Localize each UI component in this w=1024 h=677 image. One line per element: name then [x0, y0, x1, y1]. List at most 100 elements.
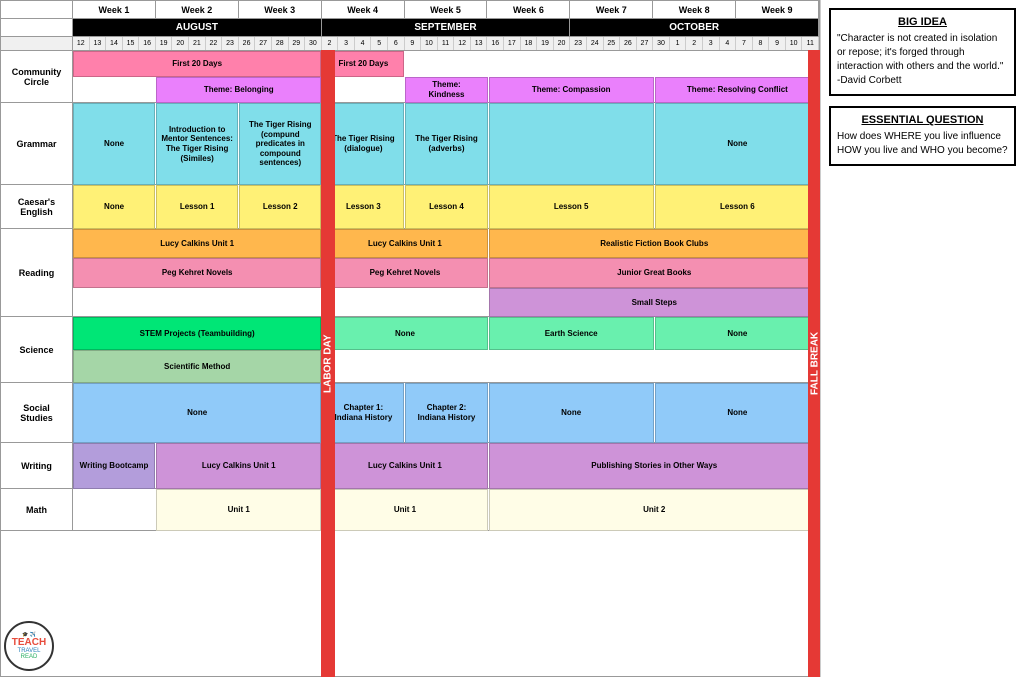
day-26: 26	[620, 37, 637, 50]
row-label-0: Community Circle	[1, 51, 73, 102]
month-spacer	[1, 19, 73, 36]
day-4: 4	[720, 37, 737, 50]
day-10: 10	[421, 37, 438, 50]
block-r3-s1-b0: Peg Kehret Novels	[73, 258, 321, 287]
block-r2-s0-b6: Lesson 6	[655, 185, 820, 229]
labor-day-stripe: LABOR DAY	[321, 50, 335, 677]
day-2: 2	[686, 37, 703, 50]
day-20: 20	[172, 37, 189, 50]
day-2: 2	[322, 37, 339, 50]
day-11: 11	[802, 37, 819, 50]
fall-break-stripe: FALL BREAK	[808, 50, 820, 677]
day-5: 5	[371, 37, 388, 50]
block-r3-s0-b0: Lucy Calkins Unit 1	[73, 229, 321, 258]
day-19: 19	[537, 37, 554, 50]
subject-row-2: Caesar's EnglishNoneLesson 1Lesson 2Less…	[1, 185, 819, 229]
day-16: 16	[487, 37, 504, 50]
subject-row-7: MathUnit 1Unit 1Unit 2	[1, 489, 819, 531]
row-label-3: Reading	[1, 229, 73, 316]
day-27: 27	[637, 37, 654, 50]
big-idea-title: BIG IDEA	[837, 16, 1008, 28]
row-content-4: STEM Projects (Teambuilding) NoneEarth Sc…	[73, 317, 819, 382]
row-content-2: NoneLesson 1Lesson 2Lesson 3Lesson 4Less…	[73, 185, 819, 228]
day-9: 9	[405, 37, 422, 50]
block-r2-s0-b5: Lesson 5	[489, 185, 654, 229]
block-r0-s1-b2: Theme: Compassion	[489, 77, 654, 103]
block-r0-s1-b0: Theme: Belonging	[156, 77, 321, 103]
day-22: 22	[206, 37, 223, 50]
block-r4-s0-b2: Earth Science	[489, 317, 654, 350]
day-29: 29	[289, 37, 306, 50]
subject-row-1: GrammarNoneIntroduction to Mentor Senten…	[1, 103, 819, 185]
subject-row-3: ReadingLucy Calkins Unit 1Lucy Calkins U…	[1, 229, 819, 317]
day-19: 19	[156, 37, 173, 50]
block-r6-s0-b3: Publishing Stories in Other Ways	[489, 443, 820, 489]
block-r0-s1-b1: Theme: Kindness	[405, 77, 487, 103]
block-r3-s0-b1: Lucy Calkins Unit 1	[322, 229, 487, 258]
day-numbers-row: 1213141516192021222326272829302345691011…	[1, 37, 819, 51]
essential-question-title: ESSENTIAL QUESTION	[837, 114, 1008, 126]
block-r1-s0-b5	[489, 103, 654, 185]
row-content-7: Unit 1Unit 1Unit 2	[73, 489, 819, 530]
day-1: 1	[670, 37, 687, 50]
september-header: SEPTEMBER	[322, 19, 571, 36]
block-r4-s0-b0: STEM Projects (Teambuilding)	[73, 317, 321, 350]
day-27: 27	[255, 37, 272, 50]
day-24: 24	[587, 37, 604, 50]
block-r4-s0-b3: None	[655, 317, 820, 350]
october-header: OCTOBER	[570, 19, 819, 36]
day-9: 9	[769, 37, 786, 50]
row-content-0: First 20 DaysFirst 20 DaysTheme: Belongi…	[73, 51, 819, 102]
day-8: 8	[753, 37, 770, 50]
row-label-7: Math	[1, 489, 73, 530]
week-1: Week 1	[73, 1, 156, 18]
block-r6-s0-b1: Lucy Calkins Unit 1	[156, 443, 321, 489]
subject-row-0: Community CircleFirst 20 DaysFirst 20 Da…	[1, 51, 819, 103]
week-7: Week 7	[570, 1, 653, 18]
block-r5-s0-b0: None	[73, 383, 321, 443]
week-2: Week 2	[156, 1, 239, 18]
day-6: 6	[388, 37, 405, 50]
block-r6-s0-b0: Writing Bootcamp	[73, 443, 155, 489]
day-28: 28	[272, 37, 289, 50]
block-r7-s0-b1: Unit 1	[322, 489, 487, 531]
block-r0-s0-b0: First 20 Days	[73, 51, 321, 77]
essential-question-box: ESSENTIAL QUESTION How does WHERE you li…	[829, 106, 1016, 166]
day-spacer	[1, 37, 73, 50]
day-12: 12	[73, 37, 90, 50]
block-r1-s0-b1: Introduction to Mentor Sentences: The Ti…	[156, 103, 238, 185]
row-label-4: Science	[1, 317, 73, 382]
block-r2-s0-b4: Lesson 4	[405, 185, 487, 229]
week-header-row: Week 1 Week 2 Week 3 Week 4 Week 5 Week …	[1, 1, 819, 19]
essential-question-content: How does WHERE you live influence HOW yo…	[837, 130, 1008, 158]
day-16: 16	[139, 37, 156, 50]
day-21: 21	[189, 37, 206, 50]
block-r1-s0-b0: None	[73, 103, 155, 185]
block-r5-s0-b3: None	[489, 383, 654, 443]
block-r5-s0-b4: None	[655, 383, 820, 443]
block-r3-s0-b2: Realistic Fiction Book Clubs	[489, 229, 820, 258]
subject-row-4: ScienceSTEM Projects (Teambuilding) NoneE…	[1, 317, 819, 383]
day-12: 12	[454, 37, 471, 50]
row-content-3: Lucy Calkins Unit 1Lucy Calkins Unit 1Re…	[73, 229, 819, 316]
day-23: 23	[570, 37, 587, 50]
day-4: 4	[355, 37, 372, 50]
row-label-1: Grammar	[1, 103, 73, 184]
big-idea-content: "Character is not created in isolation o…	[837, 32, 1008, 88]
row-label-2: Caesar's English	[1, 185, 73, 228]
week-4: Week 4	[322, 1, 405, 18]
calendar-grid: Week 1 Week 2 Week 3 Week 4 Week 5 Week …	[0, 0, 820, 677]
day-10: 10	[786, 37, 803, 50]
calendar-area: Week 1 Week 2 Week 3 Week 4 Week 5 Week …	[0, 0, 820, 677]
week-3: Week 3	[239, 1, 322, 18]
corner-spacer	[1, 1, 73, 18]
day-15: 15	[123, 37, 140, 50]
row-label-6: Writing	[1, 443, 73, 488]
day-25: 25	[604, 37, 621, 50]
subject-row-6: WritingWriting BootcampLucy Calkins Unit…	[1, 443, 819, 489]
block-r2-s0-b2: Lesson 2	[239, 185, 321, 229]
day-23: 23	[222, 37, 239, 50]
week-5: Week 5	[405, 1, 488, 18]
block-r1-s0-b4: The Tiger Rising (adverbs)	[405, 103, 487, 185]
day-30: 30	[653, 37, 670, 50]
